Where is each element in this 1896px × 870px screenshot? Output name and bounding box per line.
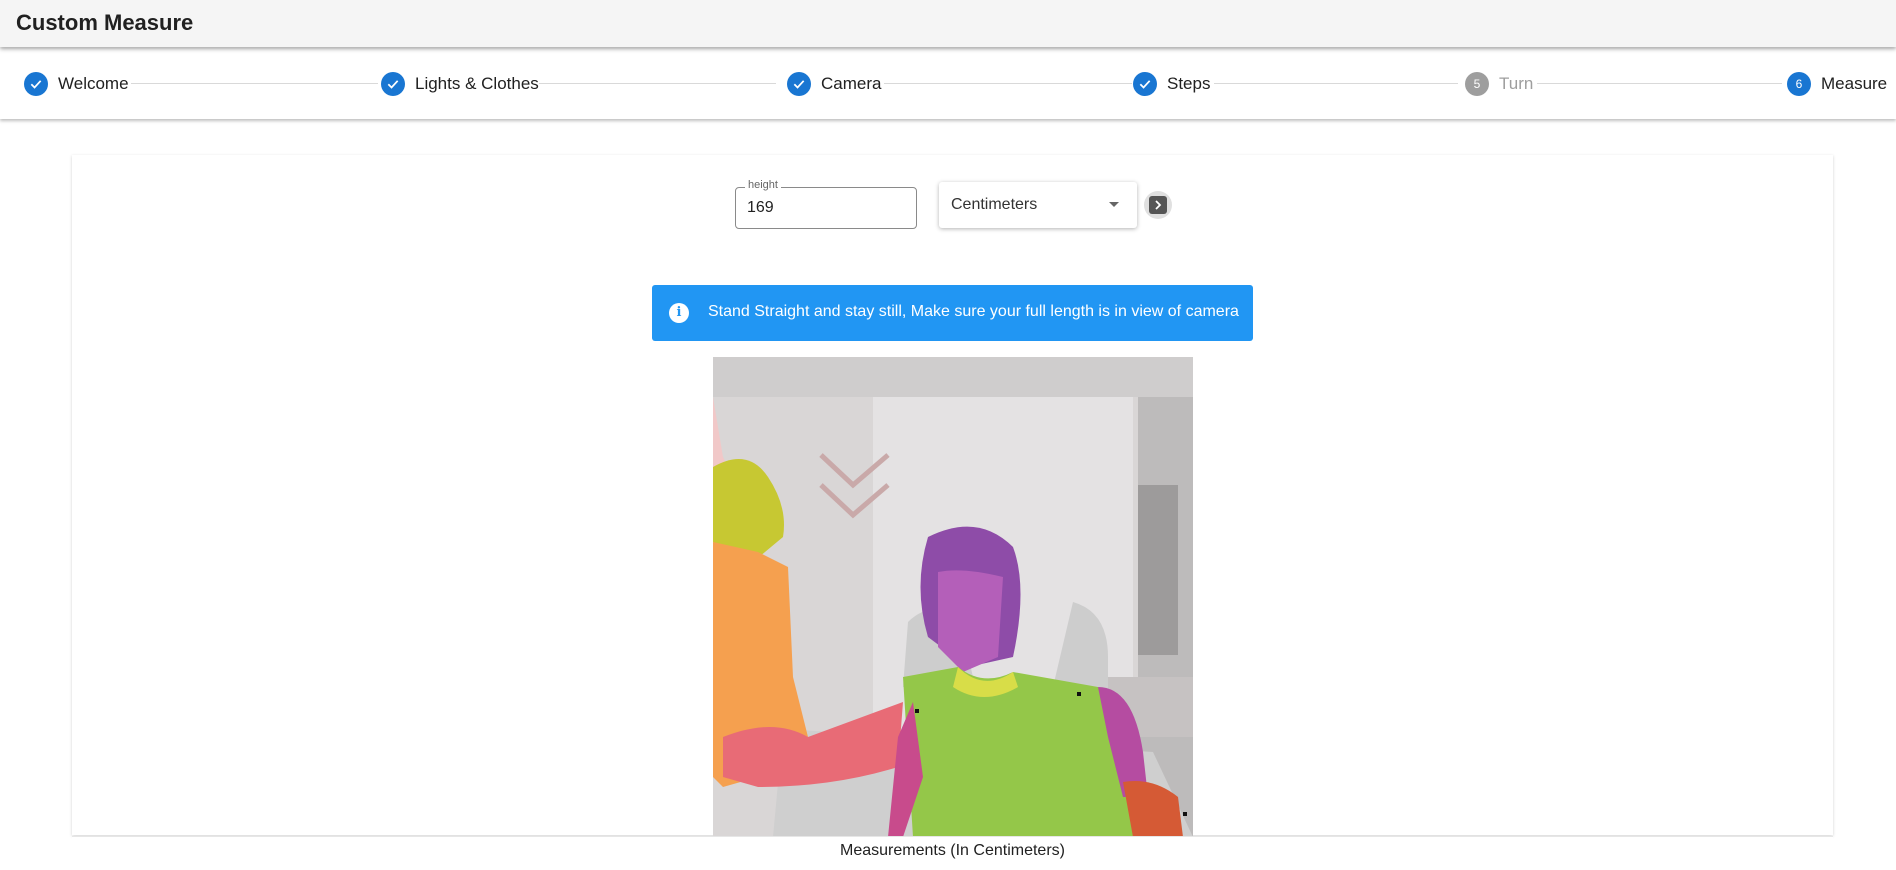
unit-select[interactable]: Centimeters <box>939 182 1137 228</box>
step-label: Camera <box>821 74 882 93</box>
step-label: Steps <box>1167 74 1211 93</box>
check-icon <box>787 72 811 96</box>
step-label: Welcome <box>58 74 129 93</box>
step-number: 6 <box>1787 72 1811 96</box>
check-icon <box>381 72 405 96</box>
step-lights-clothes[interactable]: Lights & Clothes <box>381 71 539 97</box>
segmented-person-image <box>713 357 1193 837</box>
step-number: 5 <box>1465 72 1489 96</box>
step-camera[interactable]: Camera <box>787 71 881 97</box>
height-input-value[interactable]: 169 <box>747 199 774 217</box>
app-bar: Custom Measure <box>0 0 1896 47</box>
unit-select-value: Centimeters <box>951 196 1038 213</box>
app-title: Custom Measure <box>16 10 194 35</box>
height-input[interactable]: height 169 <box>735 179 917 229</box>
step-label: Turn <box>1499 74 1534 93</box>
step-measure[interactable]: 6 Measure <box>1787 71 1887 97</box>
step-label: Measure <box>1821 74 1888 93</box>
chevron-right-icon <box>1149 196 1167 214</box>
progress-stepper: Welcome Lights & Clothes Camera Steps 5 … <box>0 49 1896 119</box>
step-connector <box>539 83 776 84</box>
chevron-down-icon <box>1109 202 1119 207</box>
step-turn[interactable]: 5 Turn <box>1465 71 1533 97</box>
step-label: Lights & Clothes <box>415 74 539 93</box>
step-welcome[interactable]: Welcome <box>24 71 129 97</box>
info-alert: i Stand Straight and stay still, Make su… <box>652 285 1253 341</box>
check-icon <box>1133 72 1157 96</box>
step-connector <box>1537 83 1782 84</box>
check-icon <box>24 72 48 96</box>
step-connector <box>884 83 1132 84</box>
step-steps[interactable]: Steps <box>1133 71 1210 97</box>
step-connector <box>1214 83 1458 84</box>
alert-message: Stand Straight and stay still, Make sure… <box>708 303 1239 320</box>
step-connector <box>131 83 378 84</box>
info-icon: i <box>669 303 689 323</box>
camera-feed <box>713 357 1193 837</box>
measurements-section: Measurements (In Centimeters) <box>72 836 1833 870</box>
height-input-label: height <box>745 179 781 191</box>
submit-height-button[interactable] <box>1144 191 1172 219</box>
measurements-title: Measurements (In Centimeters) <box>840 842 1065 859</box>
